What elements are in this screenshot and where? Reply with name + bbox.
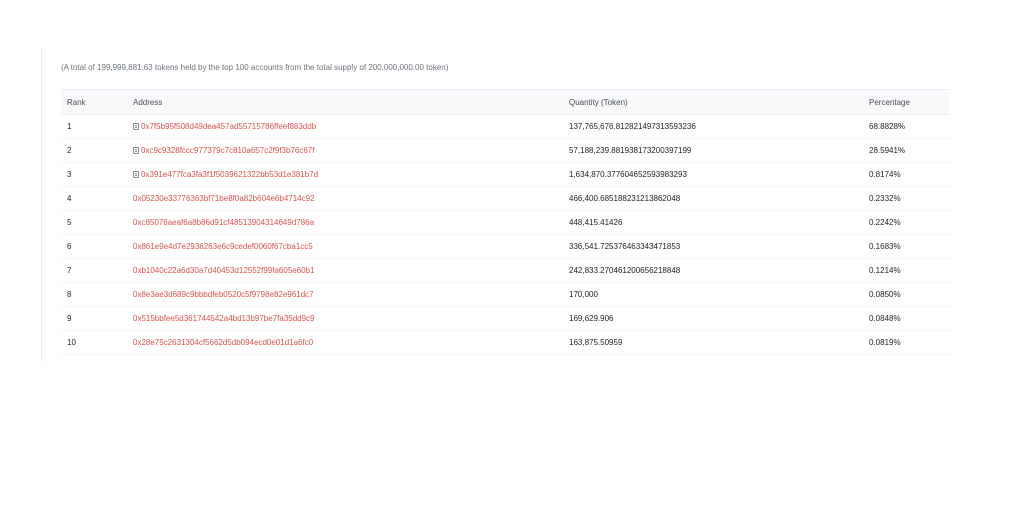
table-row: 9 0x515bbfee5d361744542a4bd13b97be7fa35dd… [61,306,949,331]
holder-address-link[interactable]: 0x7f5b95f508d49dea457ad55715786ffeef883d… [141,122,316,131]
table-row: 1 0x7f5b95f508d49dea457ad55715786ffeef883… [61,114,949,139]
contract-file-icon [133,171,139,178]
holder-address-link[interactable]: 0xb1040c22a6d30a7d40453d12552f99fa605e60… [133,266,315,275]
address-cell: 0x391e477fca3fa3f1f5039621322bb53d1e381b… [127,162,563,187]
holder-address-link[interactable]: 0x391e477fca3fa3f1f5039621322bb53d1e381b… [141,170,318,179]
contract-file-icon [133,123,139,130]
quantity-cell: 170,000 [563,282,863,307]
contract-file-icon [133,147,139,154]
table-row: 10 0x28e75c2631304cf5662d5db094ecd0e01d1a… [61,330,949,355]
address-cell: 0x05230e33776363bf71be8f0a82b604e6b4714c… [127,186,563,211]
percentage-cell: 0.2242% [863,210,949,235]
column-header-percentage: Percentage [869,97,910,107]
percentage-cell: 0.0850% [863,282,949,307]
rank-cell: 3 [61,162,127,187]
quantity-cell: 336,541.725376463343471853 [563,234,863,259]
holder-address-link[interactable]: 0x861e9e4d7e2936263e6c9cedef0060f67cba1c… [133,242,313,251]
quantity-cell: 163,875.50959 [563,330,863,355]
column-header-quantity: Quantity (Token) [569,97,628,107]
quantity-cell: 57,188,239.881938173200397199 [563,138,863,163]
rank-cell: 1 [61,114,127,139]
holder-address-link[interactable]: 0x05230e33776363bf71be8f0a82b604e6b4714c… [133,194,315,203]
percentage-cell: 0.0848% [863,306,949,331]
address-cell: 0x8e3ae3d689c9bbbdfeb0520c5f9798e82e961d… [127,282,563,307]
holder-address-link[interactable]: 0x28e75c2631304cf5662d5db094ecd0e01d1a6f… [133,338,313,347]
table-row: 6 0x861e9e4d7e2936263e6c9cedef0060f67cba1… [61,234,949,259]
percentage-cell: 0.1214% [863,258,949,283]
column-header-address: Address [133,97,163,107]
percentage-cell: 0.1683% [863,234,949,259]
address-cell: 0x861e9e4d7e2936263e6c9cedef0060f67cba1c… [127,234,563,259]
holder-address-link[interactable]: 0x515bbfee5d361744542a4bd13b97be7fa35dd9… [133,314,315,323]
address-cell: 0x28e75c2631304cf5662d5db094ecd0e01d1a6f… [127,330,563,355]
rank-cell: 5 [61,210,127,235]
table-row: 2 0xc9c9328fccc977379c7c810a657c2f9f3b76c… [61,138,949,163]
holders-table-body: 1 0x7f5b95f508d49dea457ad55715786ffeef883… [61,114,949,355]
percentage-cell: 28.5941% [863,138,949,163]
quantity-cell: 137,765,676.812821497313593236 [563,114,863,139]
table-row: 5 0xc85076aeaf6a8b86d91cf48513904314649d7… [61,210,949,235]
address-cell: 0xb1040c22a6d30a7d40453d12552f99fa605e60… [127,258,563,283]
rank-cell: 10 [61,330,127,355]
holder-address-link[interactable]: 0xc85076aeaf6a8b86d91cf48513904314649d78… [133,218,314,227]
address-cell: 0x7f5b95f508d49dea457ad55715786ffeef883d… [127,114,563,139]
column-header-rank: Rank [67,97,86,107]
quantity-cell: 169,629.906 [563,306,863,331]
holder-address-link[interactable]: 0x8e3ae3d689c9bbbdfeb0520c5f9798e82e961d… [133,290,314,299]
address-cell: 0xc9c9328fccc977379c7c810a657c2f9f3b76c6… [127,138,563,163]
table-row: 8 0x8e3ae3d689c9bbbdfeb0520c5f9798e82e961… [61,282,949,307]
table-row: 3 0x391e477fca3fa3f1f5039621322bb53d1e381… [61,162,949,187]
table-row: 7 0xb1040c22a6d30a7d40453d12552f99fa605e6… [61,258,949,283]
holder-address-link[interactable]: 0xc9c9328fccc977379c7c810a657c2f9f3b76c6… [141,146,314,155]
rank-cell: 2 [61,138,127,163]
holders-table: Rank Address Quantity (Token) Percentage… [61,89,949,355]
table-header-row: Rank Address Quantity (Token) Percentage [61,89,949,115]
percentage-cell: 0.2332% [863,186,949,211]
percentage-cell: 0.8174% [863,162,949,187]
rank-cell: 4 [61,186,127,211]
quantity-cell: 448,415.41426 [563,210,863,235]
rank-cell: 9 [61,306,127,331]
percentage-cell: 68.8828% [863,114,949,139]
quantity-cell: 242,833.270461200656218848 [563,258,863,283]
token-holders-panel: (A total of 199,999,881.63 tokens held b… [41,49,962,361]
rank-cell: 6 [61,234,127,259]
address-cell: 0x515bbfee5d361744542a4bd13b97be7fa35dd9… [127,306,563,331]
rank-cell: 8 [61,282,127,307]
quantity-cell: 466,400.685188231213862048 [563,186,863,211]
quantity-cell: 1,634,870.377604652593983293 [563,162,863,187]
percentage-cell: 0.0819% [863,330,949,355]
table-row: 4 0x05230e33776363bf71be8f0a82b604e6b4714… [61,186,949,211]
holders-summary-text: (A total of 199,999,881.63 tokens held b… [61,63,449,72]
rank-cell: 7 [61,258,127,283]
address-cell: 0xc85076aeaf6a8b86d91cf48513904314649d78… [127,210,563,235]
